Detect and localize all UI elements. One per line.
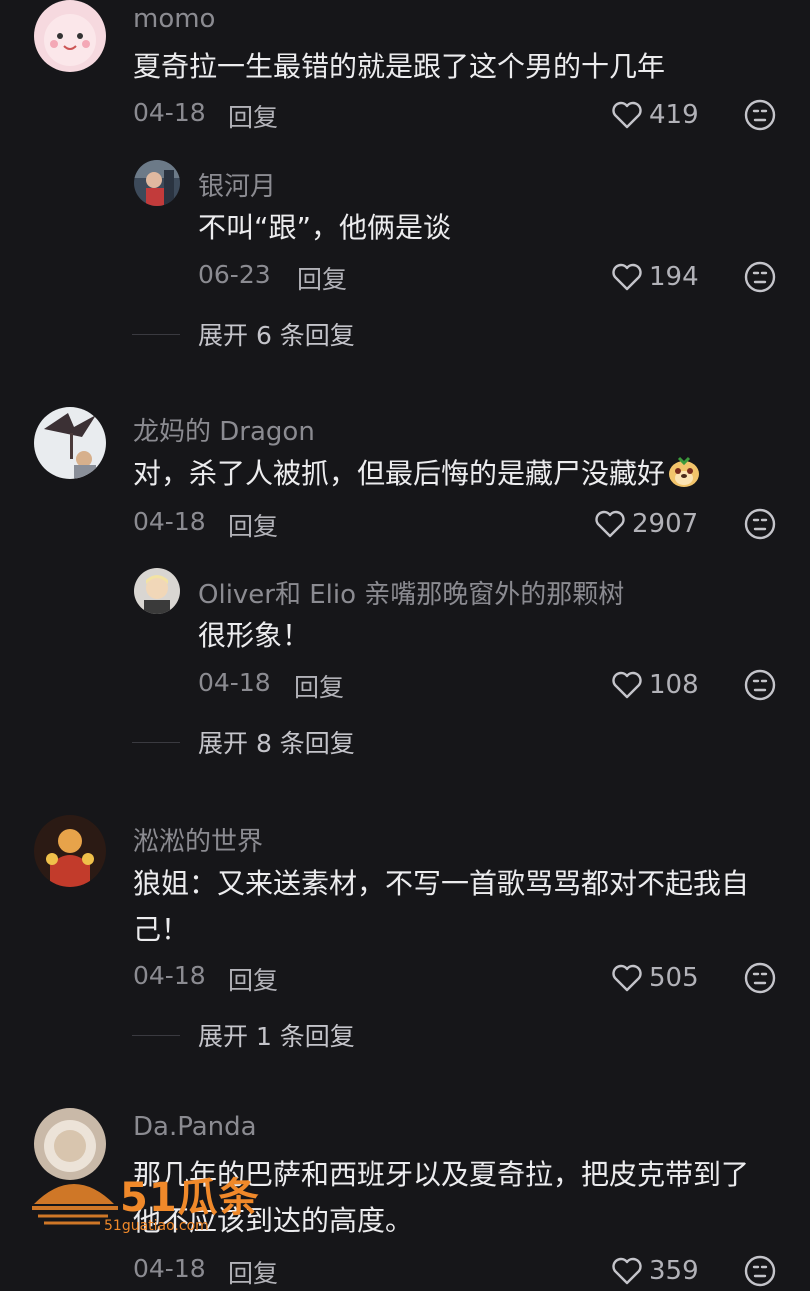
comment-item: 淞淞的世界 狼姐：又来送素材，不写一首歌骂骂都对不起我自 己！ 04-18 回复… — [0, 815, 810, 1055]
like-count: 108 — [649, 670, 699, 700]
reply-button[interactable]: 回复 — [228, 1254, 278, 1290]
avatar-dragon-icon — [34, 407, 106, 479]
avatar-photo-icon — [134, 568, 180, 614]
heart-icon — [612, 263, 642, 291]
avatar-photo-icon — [134, 160, 180, 206]
heart-icon — [595, 510, 625, 538]
reply-date: 06-23 — [198, 260, 271, 289]
like-button[interactable]: 108 — [611, 670, 699, 700]
comment-date: 04-18 — [133, 1254, 206, 1283]
comment-text-content: 对，杀了人被抓，但最后悔的是藏尸没藏好 — [133, 457, 666, 490]
dislike-button[interactable] — [744, 669, 776, 701]
avatar-cartoon-face-icon — [34, 0, 106, 72]
watermark-url: 51guatiao.com — [104, 1218, 209, 1234]
like-button[interactable]: 194 — [611, 262, 699, 292]
expand-replies-label: 展开 1 条回复 — [198, 1022, 355, 1051]
dislike-button[interactable] — [744, 962, 776, 994]
neutral-face-icon — [744, 508, 776, 540]
comment-date: 04-18 — [133, 507, 206, 536]
avatar[interactable] — [34, 407, 106, 479]
comment-text: 夏奇拉一生最错的就是跟了这个男的十几年 — [133, 50, 666, 83]
avatar[interactable] — [134, 568, 180, 614]
like-count: 194 — [649, 262, 699, 292]
comment-item: momo 夏奇拉一生最错的就是跟了这个男的十几年 04-18 回复 419 银河… — [0, 0, 810, 360]
reply-button[interactable]: 回复 — [228, 507, 278, 543]
dislike-button[interactable] — [744, 1255, 776, 1287]
reply-username[interactable]: 银河月 — [198, 166, 276, 203]
expand-replies-label: 展开 6 条回复 — [198, 321, 355, 350]
username[interactable]: momo — [133, 4, 215, 34]
reply-button[interactable]: 回复 — [297, 260, 347, 296]
dog-emoji-icon — [669, 456, 700, 487]
divider — [132, 741, 180, 743]
reply-button[interactable]: 回复 — [228, 98, 278, 134]
comment-text: 对，杀了人被抓，但最后悔的是藏尸没藏好 — [133, 451, 701, 497]
watermark-brand: 51瓜条 — [120, 1175, 260, 1221]
like-count: 2907 — [632, 509, 699, 539]
dislike-button[interactable] — [744, 508, 776, 540]
avatar[interactable] — [34, 815, 106, 887]
comment-item: 龙妈的 Dragon 对，杀了人被抓，但最后悔的是藏尸没藏好 04-18 回复 … — [0, 407, 810, 767]
neutral-face-icon — [744, 1255, 776, 1287]
like-count: 419 — [649, 100, 699, 130]
avatar-figurine-icon — [34, 815, 106, 887]
expand-replies-button[interactable]: 展开 8 条回复 — [132, 724, 355, 760]
like-count: 359 — [649, 1256, 699, 1286]
like-button[interactable]: 359 — [611, 1256, 699, 1286]
reply-button[interactable]: 回复 — [228, 961, 278, 997]
like-button[interactable]: 505 — [611, 963, 699, 993]
neutral-face-icon — [744, 669, 776, 701]
avatar[interactable] — [34, 0, 106, 72]
expand-replies-button[interactable]: 展开 6 条回复 — [132, 316, 355, 352]
neutral-face-icon — [744, 962, 776, 994]
avatar[interactable] — [134, 160, 180, 206]
like-count: 505 — [649, 963, 699, 993]
reply-date: 04-18 — [198, 668, 271, 697]
comment-text: 狼姐：又来送素材，不写一首歌骂骂都对不起我自 — [133, 867, 750, 900]
divider — [132, 1034, 180, 1036]
like-button[interactable]: 419 — [611, 100, 699, 130]
username[interactable]: 龙妈的 Dragon — [133, 411, 315, 448]
heart-icon — [612, 1257, 642, 1285]
dislike-button[interactable] — [744, 99, 776, 131]
neutral-face-icon — [744, 261, 776, 293]
expand-replies-button[interactable]: 展开 1 条回复 — [132, 1017, 355, 1053]
like-button[interactable]: 2907 — [594, 509, 698, 539]
dislike-button[interactable] — [744, 261, 776, 293]
reply-text: 很形象！ — [198, 619, 311, 652]
comment-date: 04-18 — [133, 961, 206, 990]
divider — [132, 333, 180, 335]
heart-icon — [612, 964, 642, 992]
heart-icon — [612, 101, 642, 129]
reply-button[interactable]: 回复 — [294, 668, 344, 704]
comment-text: 己！ — [133, 913, 190, 946]
reply-text: 不叫“跟”，他俩是谈 — [198, 211, 452, 244]
reply-username[interactable]: Oliver和 Elio 亲嘴那晚窗外的那颗树 — [198, 574, 624, 611]
username[interactable]: 淞淞的世界 — [133, 821, 263, 858]
username[interactable]: Da.Panda — [133, 1112, 257, 1142]
comment-date: 04-18 — [133, 98, 206, 127]
neutral-face-icon — [744, 99, 776, 131]
heart-icon — [612, 671, 642, 699]
expand-replies-label: 展开 8 条回复 — [198, 729, 355, 758]
